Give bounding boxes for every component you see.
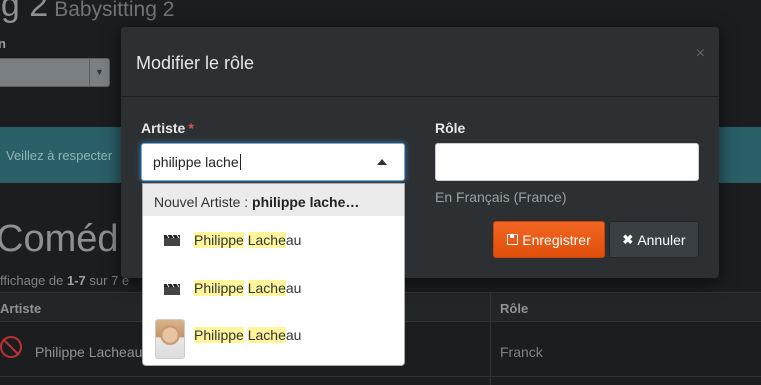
filter-label: n xyxy=(0,36,6,51)
column-header-role[interactable]: Rôle xyxy=(500,301,528,316)
list-item-label: Philippe Lacheau xyxy=(194,232,302,248)
page-title: ng 2Babysitting 2 xyxy=(0,0,175,24)
no-image-icon xyxy=(0,336,22,358)
save-button[interactable]: Enregistrer xyxy=(493,221,605,258)
role-label: Rôle xyxy=(435,120,466,136)
modal-header: Modifier le rôle × xyxy=(121,27,719,97)
artist-autocomplete-dropdown: Nouvel Artiste : philippe lache… Philipp… xyxy=(142,183,405,366)
role-language-help: En Français (France) xyxy=(435,189,567,205)
column-header-artist[interactable]: Artiste xyxy=(0,301,41,316)
list-item-label: Philippe Lacheau xyxy=(194,327,302,343)
close-icon[interactable]: × xyxy=(696,45,705,63)
required-mark: * xyxy=(188,120,194,136)
list-item[interactable]: Philippe Lacheau xyxy=(143,216,404,265)
list-item[interactable]: Philippe Lacheau xyxy=(143,265,404,314)
close-icon: ✖ xyxy=(622,231,634,247)
new-artist-option[interactable]: Nouvel Artiste : philippe lache… xyxy=(143,184,404,216)
clapperboard-icon xyxy=(164,234,180,246)
alert-text: Veillez à respecter xyxy=(6,148,113,163)
filter-select[interactable]: ▼ xyxy=(0,58,110,87)
chevron-up-icon[interactable] xyxy=(377,159,387,165)
modal-title: Modifier le rôle xyxy=(136,53,255,73)
cancel-button[interactable]: ✖ Annuler xyxy=(609,221,699,258)
chevron-down-icon: ▼ xyxy=(89,59,109,86)
page-subtitle: Babysitting 2 xyxy=(54,0,175,21)
table-cell-artist[interactable]: Philippe Lacheau xyxy=(35,344,142,360)
artist-photo xyxy=(155,319,185,359)
role-input[interactable] xyxy=(435,143,699,181)
list-item[interactable]: Philippe Lacheau xyxy=(143,314,404,365)
list-item-label: Philippe Lacheau xyxy=(194,280,302,296)
artist-select-input[interactable]: philippe lache xyxy=(141,143,405,181)
pagination-info: ffichage de 1-7 sur 7 é xyxy=(0,273,130,288)
clapperboard-icon xyxy=(164,283,180,295)
artist-label: Artiste * xyxy=(141,120,194,136)
save-icon xyxy=(507,234,519,245)
table-cell-role: Franck xyxy=(500,344,543,360)
artist-input-value: philippe lache xyxy=(153,154,241,170)
